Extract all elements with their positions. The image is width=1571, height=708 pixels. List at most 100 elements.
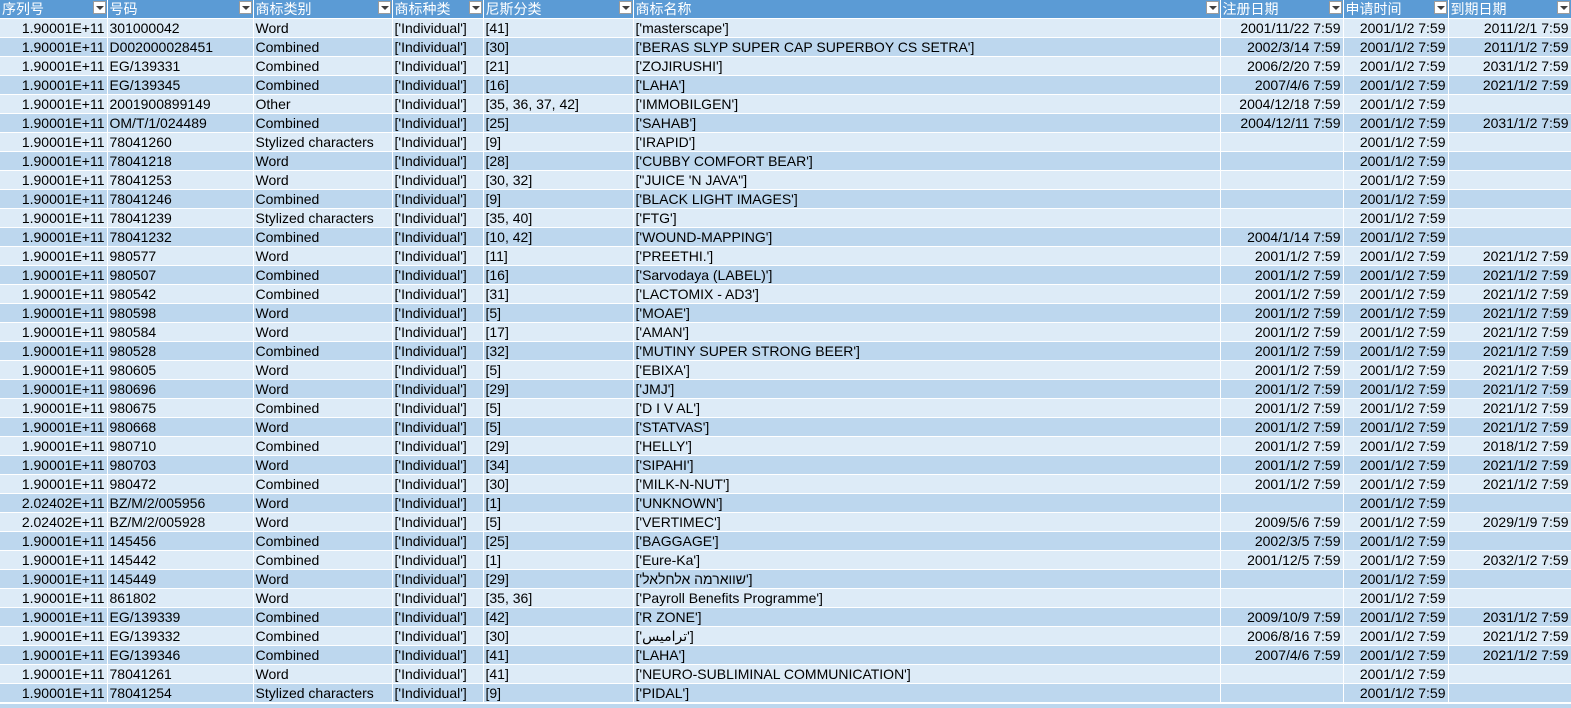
cell-reg_date[interactable]: 2002/3/5 7:59 xyxy=(1220,531,1344,551)
cell-exp_date[interactable] xyxy=(1448,132,1571,152)
cell-app_time[interactable]: 2001/1/2 7:59 xyxy=(1343,398,1449,418)
cell-serial[interactable]: 1.90001E+11 xyxy=(0,569,108,589)
cell-kind[interactable]: ['Individual'] xyxy=(392,132,484,152)
cell-exp_date[interactable] xyxy=(1448,151,1571,171)
cell-serial[interactable]: 1.90001E+11 xyxy=(0,645,108,665)
cell-name[interactable]: ['LAHA'] xyxy=(633,75,1221,95)
cell-nice[interactable]: [41] xyxy=(483,645,634,665)
cell-name[interactable]: ['MILK-N-NUT'] xyxy=(633,474,1221,494)
cell-kind[interactable]: ['Individual'] xyxy=(392,379,484,399)
cell-category[interactable]: Combined xyxy=(253,550,393,570)
cell-reg_date[interactable]: 2001/1/2 7:59 xyxy=(1220,284,1344,304)
cell-app_time[interactable]: 2001/1/2 7:59 xyxy=(1343,18,1449,38)
cell-app_time[interactable]: 2001/1/2 7:59 xyxy=(1343,208,1449,228)
cell-category[interactable]: Stylized characters xyxy=(253,208,393,228)
cell-reg_date[interactable]: 2004/12/11 7:59 xyxy=(1220,113,1344,133)
cell-nice[interactable]: [5] xyxy=(483,398,634,418)
cell-reg_date[interactable] xyxy=(1220,151,1344,171)
cell-nice[interactable]: [9] xyxy=(483,189,634,209)
cell-serial[interactable]: 1.90001E+11 xyxy=(0,531,108,551)
cell-kind[interactable]: ['Individual'] xyxy=(392,56,484,76)
cell-category[interactable]: Combined xyxy=(253,531,393,551)
cell-serial[interactable]: 1.90001E+11 xyxy=(0,18,108,38)
cell-kind[interactable]: ['Individual'] xyxy=(392,683,484,703)
cell-name[interactable]: ["JUICE 'N JAVA"] xyxy=(633,170,1221,190)
cell-nice[interactable]: [35, 36] xyxy=(483,588,634,608)
cell-name[interactable]: ['UNKNOWN'] xyxy=(633,493,1221,513)
cell-number[interactable]: BZ/M/2/005956 xyxy=(107,493,254,513)
cell-category[interactable]: Word xyxy=(253,455,393,475)
cell-kind[interactable]: ['Individual'] xyxy=(392,341,484,361)
cell-nice[interactable]: [25] xyxy=(483,113,634,133)
cell-serial[interactable]: 1.90001E+11 xyxy=(0,189,108,209)
cell-app_time[interactable]: 2001/1/2 7:59 xyxy=(1343,189,1449,209)
cell-app_time[interactable]: 2001/1/2 7:59 xyxy=(1343,151,1449,171)
cell-nice[interactable]: [5] xyxy=(483,417,634,437)
cell-exp_date[interactable]: 2011/1/2 7:59 xyxy=(1448,37,1571,57)
cell-exp_date[interactable] xyxy=(1448,208,1571,228)
cell-app_time[interactable]: 2001/1/2 7:59 xyxy=(1343,56,1449,76)
cell-category[interactable]: Combined xyxy=(253,75,393,95)
cell-exp_date[interactable] xyxy=(1448,493,1571,513)
cell-app_time[interactable]: 2001/1/2 7:59 xyxy=(1343,417,1449,437)
cell-reg_date[interactable]: 2001/1/2 7:59 xyxy=(1220,379,1344,399)
cell-app_time[interactable]: 2001/1/2 7:59 xyxy=(1343,474,1449,494)
cell-reg_date[interactable]: 2006/8/16 7:59 xyxy=(1220,626,1344,646)
cell-app_time[interactable]: 2001/1/2 7:59 xyxy=(1343,322,1449,342)
cell-serial[interactable]: 1.90001E+11 xyxy=(0,75,108,95)
cell-reg_date[interactable]: 2001/1/2 7:59 xyxy=(1220,417,1344,437)
cell-serial[interactable]: 1.90001E+11 xyxy=(0,436,108,456)
cell-exp_date[interactable]: 2011/2/1 7:59 xyxy=(1448,18,1571,38)
cell-category[interactable]: Combined xyxy=(253,474,393,494)
cell-exp_date[interactable] xyxy=(1448,569,1571,589)
cell-app_time[interactable]: 2001/1/2 7:59 xyxy=(1343,683,1449,703)
cell-category[interactable]: Word xyxy=(253,18,393,38)
cell-kind[interactable]: ['Individual'] xyxy=(392,588,484,608)
cell-app_time[interactable]: 2001/1/2 7:59 xyxy=(1343,265,1449,285)
cell-exp_date[interactable]: 2021/1/2 7:59 xyxy=(1448,474,1571,494)
cell-reg_date[interactable] xyxy=(1220,664,1344,684)
cell-number[interactable]: 980507 xyxy=(107,265,254,285)
cell-exp_date[interactable] xyxy=(1448,227,1571,247)
cell-exp_date[interactable]: 2021/1/2 7:59 xyxy=(1448,322,1571,342)
cell-number[interactable]: EG/139332 xyxy=(107,626,254,646)
filter-dropdown-icon[interactable] xyxy=(1205,1,1219,14)
cell-name[interactable]: ['HELLY'] xyxy=(633,436,1221,456)
cell-nice[interactable]: [42] xyxy=(483,607,634,627)
cell-nice[interactable]: [30] xyxy=(483,626,634,646)
cell-name[interactable]: ['AMAN'] xyxy=(633,322,1221,342)
cell-app_time[interactable]: 2001/1/2 7:59 xyxy=(1343,550,1449,570)
cell-nice[interactable]: [1] xyxy=(483,493,634,513)
filter-dropdown-icon[interactable] xyxy=(1328,1,1342,14)
cell-app_time[interactable]: 2001/1/2 7:59 xyxy=(1343,246,1449,266)
cell-category[interactable]: Combined xyxy=(253,284,393,304)
cell-reg_date[interactable] xyxy=(1220,588,1344,608)
cell-serial[interactable]: 1.90001E+11 xyxy=(0,379,108,399)
cell-category[interactable]: Word xyxy=(253,170,393,190)
cell-nice[interactable]: [28] xyxy=(483,151,634,171)
cell-nice[interactable]: [5] xyxy=(483,303,634,323)
cell-category[interactable]: Word xyxy=(253,360,393,380)
cell-nice[interactable]: [1] xyxy=(483,550,634,570)
cell-kind[interactable]: ['Individual'] xyxy=(392,455,484,475)
cell-number[interactable]: EG/139346 xyxy=(107,645,254,665)
cell-name[interactable]: ['masterscape'] xyxy=(633,18,1221,38)
cell-category[interactable]: Combined xyxy=(253,626,393,646)
cell-reg_date[interactable] xyxy=(1220,189,1344,209)
cell-name[interactable]: ['MOAE'] xyxy=(633,303,1221,323)
cell-number[interactable]: 980605 xyxy=(107,360,254,380)
cell-number[interactable]: 980703 xyxy=(107,455,254,475)
cell-nice[interactable]: [32] xyxy=(483,341,634,361)
cell-exp_date[interactable]: 2021/1/2 7:59 xyxy=(1448,284,1571,304)
cell-category[interactable]: Word xyxy=(253,246,393,266)
cell-number[interactable]: 980577 xyxy=(107,246,254,266)
cell-category[interactable]: Combined xyxy=(253,645,393,665)
cell-number[interactable]: 980675 xyxy=(107,398,254,418)
cell-app_time[interactable]: 2001/1/2 7:59 xyxy=(1343,170,1449,190)
cell-number[interactable]: BZ/M/2/005928 xyxy=(107,512,254,532)
filter-dropdown-icon[interactable] xyxy=(1556,1,1570,14)
cell-kind[interactable]: ['Individual'] xyxy=(392,246,484,266)
cell-app_time[interactable]: 2001/1/2 7:59 xyxy=(1343,75,1449,95)
cell-nice[interactable]: [35, 40] xyxy=(483,208,634,228)
cell-number[interactable]: 301000042 xyxy=(107,18,254,38)
